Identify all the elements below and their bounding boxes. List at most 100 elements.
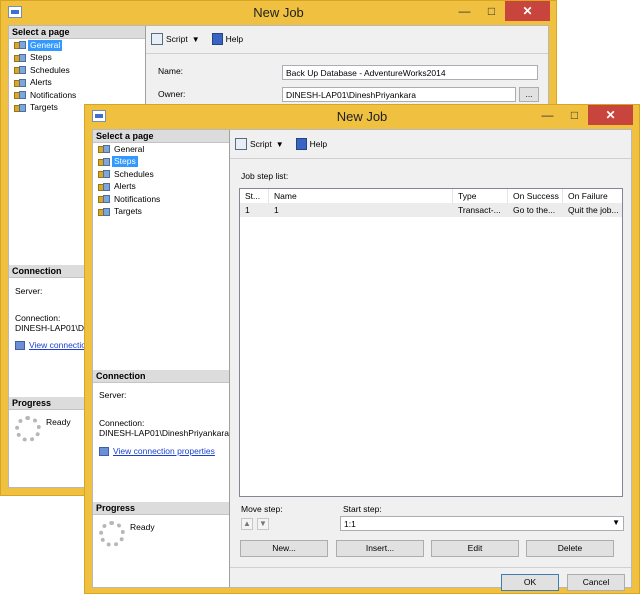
- page-icon: [14, 78, 26, 87]
- page-icon: [98, 157, 110, 166]
- page-item-general[interactable]: General: [9, 39, 145, 52]
- front-page-list: General Steps Schedules Alerts Notificat…: [93, 143, 229, 218]
- column-divider: [562, 189, 563, 203]
- close-icon[interactable]: ✕: [505, 1, 550, 21]
- progress-status: Ready: [46, 417, 71, 427]
- view-connection-link[interactable]: View connectio: [15, 340, 86, 351]
- view-connection-link[interactable]: View connection properties: [99, 446, 215, 457]
- connection-value: DINESH-LAP01\DineshPriyankara: [99, 428, 229, 438]
- table-row[interactable]: 1 1 Transact-... Go to the... Quit the j…: [240, 203, 622, 217]
- column-divider: [452, 189, 453, 203]
- progress-status: Ready: [130, 522, 155, 532]
- page-icon: [14, 91, 26, 100]
- script-button[interactable]: Script ▼: [151, 33, 206, 45]
- script-icon: [235, 138, 247, 150]
- back-page-list: General Steps Schedules Alerts Notificat…: [9, 39, 145, 114]
- cell-on-success: Go to the...: [513, 205, 556, 215]
- toolbar-divider: [230, 158, 631, 159]
- delete-step-button[interactable]: Delete: [526, 540, 614, 557]
- footer-divider: [230, 567, 631, 568]
- toolbar-divider: [146, 53, 548, 54]
- page-item-alerts[interactable]: Alerts: [9, 77, 145, 90]
- column-header-on-failure[interactable]: On Failure: [568, 191, 622, 201]
- column-header-step[interactable]: St...: [245, 191, 265, 201]
- cell-on-failure: Quit the job...: [568, 205, 619, 215]
- help-button[interactable]: Help: [211, 33, 243, 45]
- name-field[interactable]: Back Up Database - AdventureWorks2014: [282, 65, 538, 80]
- page-item-alerts[interactable]: Alerts: [93, 181, 229, 194]
- ok-button[interactable]: OK: [501, 574, 559, 591]
- page-icon: [14, 53, 26, 62]
- page-icon: [14, 103, 26, 112]
- page-item-notifications[interactable]: Notifications: [9, 89, 145, 102]
- maximize-icon[interactable]: □: [561, 105, 588, 125]
- server-label: Server:: [15, 286, 43, 296]
- page-item-steps[interactable]: Steps: [93, 156, 229, 169]
- connection-label: Connection:: [15, 313, 61, 323]
- column-header-on-success[interactable]: On Success: [513, 191, 565, 201]
- cell-step: 1: [245, 205, 250, 215]
- maximize-icon[interactable]: □: [478, 1, 505, 21]
- new-step-button[interactable]: New...: [240, 540, 328, 557]
- script-icon: [151, 33, 163, 45]
- server-label: Server:: [99, 390, 127, 400]
- close-icon[interactable]: ✕: [588, 105, 633, 125]
- page-item-steps[interactable]: Steps: [9, 52, 145, 65]
- page-item-targets[interactable]: Targets: [93, 206, 229, 219]
- table-header: St... Name Type On Success On Failure: [240, 189, 622, 204]
- front-title-bar[interactable]: New Job — □ ✕: [85, 105, 639, 129]
- connection-label: Connection:: [99, 418, 145, 428]
- column-divider: [507, 189, 508, 203]
- move-up-icon[interactable]: ▲: [241, 518, 253, 530]
- front-toolbar: Script ▼ Help: [235, 133, 333, 155]
- page-item-schedules[interactable]: Schedules: [93, 168, 229, 181]
- cell-type: Transact-...: [458, 205, 501, 215]
- column-header-type[interactable]: Type: [458, 191, 508, 201]
- cell-name: 1: [274, 205, 279, 215]
- back-title-bar[interactable]: New Job — □ ✕: [1, 1, 556, 25]
- edit-step-button[interactable]: Edit: [431, 540, 519, 557]
- front-client-area: Select a page General Steps Schedules Al…: [92, 129, 632, 591]
- chevron-down-icon: ▼: [612, 518, 620, 527]
- owner-browse-button[interactable]: ...: [519, 87, 539, 102]
- progress-spinner-icon: [15, 416, 41, 442]
- page-icon: [98, 195, 110, 204]
- cancel-button[interactable]: Cancel: [567, 574, 625, 591]
- move-step-label: Move step:: [241, 504, 283, 514]
- help-icon: [295, 138, 307, 150]
- owner-label: Owner:: [158, 89, 186, 99]
- job-step-table[interactable]: St... Name Type On Success On Failure 1 …: [239, 188, 623, 497]
- help-button[interactable]: Help: [295, 138, 327, 150]
- page-item-schedules[interactable]: Schedules: [9, 64, 145, 77]
- page-item-general[interactable]: General: [93, 143, 229, 156]
- job-step-list-label: Job step list:: [241, 171, 289, 181]
- back-toolbar: Script ▼ Help: [151, 28, 249, 50]
- move-down-icon[interactable]: ▼: [257, 518, 269, 530]
- page-item-notifications[interactable]: Notifications: [93, 193, 229, 206]
- owner-field[interactable]: DINESH-LAP01\DineshPriyankara: [282, 87, 516, 102]
- name-label: Name:: [158, 66, 184, 76]
- select-page-header: Select a page: [9, 26, 145, 39]
- chevron-down-icon[interactable]: ▼: [276, 140, 284, 149]
- column-header-name[interactable]: Name: [274, 191, 454, 201]
- help-icon: [211, 33, 223, 45]
- view-connection-icon: [15, 341, 25, 351]
- chevron-down-icon[interactable]: ▼: [192, 35, 200, 44]
- start-step-select[interactable]: 1:1 ▼: [340, 516, 624, 531]
- view-connection-icon: [99, 447, 109, 457]
- connection-header: Connection: [93, 370, 229, 383]
- script-button[interactable]: Script ▼: [235, 138, 290, 150]
- page-icon: [14, 66, 26, 75]
- insert-step-button[interactable]: Insert...: [336, 540, 424, 557]
- front-left-pane: Select a page General Steps Schedules Al…: [93, 130, 230, 587]
- page-icon: [98, 182, 110, 191]
- column-divider: [268, 189, 269, 203]
- minimize-icon[interactable]: —: [534, 105, 561, 125]
- minimize-icon[interactable]: —: [451, 1, 478, 21]
- page-icon: [14, 41, 26, 50]
- front-window: New Job — □ ✕ Select a page General Step…: [84, 104, 640, 594]
- progress-spinner-icon: [99, 521, 125, 547]
- page-icon: [98, 145, 110, 154]
- page-icon: [98, 170, 110, 179]
- progress-header: Progress: [93, 502, 229, 515]
